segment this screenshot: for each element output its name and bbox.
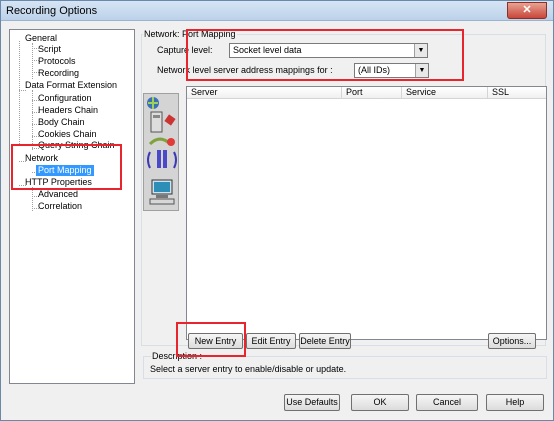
capture-level-label: Capture level: — [157, 45, 213, 55]
description-text: Select a server entry to enable/disable … — [150, 364, 347, 374]
new-entry-button[interactable]: New Entry — [188, 333, 243, 349]
column-header-server[interactable]: Server — [187, 87, 342, 99]
tree-connector — [32, 90, 33, 150]
edit-entry-button[interactable]: Edit Entry — [246, 333, 296, 349]
use-defaults-button[interactable]: Use Defaults — [284, 394, 340, 411]
mappings-dropdown[interactable]: (All IDs) ▼ — [354, 63, 429, 78]
help-button[interactable]: Help — [486, 394, 544, 411]
title-bar: Recording Options ✕ — [1, 1, 553, 21]
ok-button[interactable]: OK — [351, 394, 409, 411]
tree-item-general[interactable]: General — [25, 33, 57, 44]
column-header-ssl[interactable]: SSL — [488, 87, 546, 99]
capture-level-value: Socket level data — [233, 45, 302, 55]
options-tree[interactable]: General Script Protocols Recording Data … — [9, 29, 135, 384]
close-button[interactable]: ✕ — [507, 2, 547, 19]
connection-icon — [148, 137, 172, 146]
tree-item-recording[interactable]: Recording — [38, 68, 79, 79]
server-mapping-list[interactable]: Server Port Service SSL — [186, 86, 547, 340]
chevron-down-icon[interactable]: ▼ — [414, 44, 427, 57]
group-title: Network: Port Mapping — [143, 29, 237, 39]
tree-item-headers-chain[interactable]: Headers Chain — [38, 105, 98, 116]
list-header: Server Port Service SSL — [187, 87, 546, 99]
recording-options-window: Recording Options ✕ General Script Proto… — [0, 0, 554, 421]
chevron-down-icon[interactable]: ▼ — [415, 64, 428, 77]
options-button[interactable]: Options... — [488, 333, 536, 349]
tree-item-network[interactable]: Network — [25, 153, 58, 164]
tree-item-correlation[interactable]: Correlation — [38, 201, 82, 212]
keyboard-icon — [149, 198, 175, 205]
tree-item-body-chain[interactable]: Body Chain — [38, 117, 85, 128]
tree-item-data-format-extension[interactable]: Data Format Extension — [25, 80, 117, 91]
plug-icon — [164, 114, 176, 126]
tree-item-port-mapping[interactable]: Port Mapping — [36, 165, 94, 176]
network-icon-panel — [143, 93, 179, 211]
window-title: Recording Options — [6, 5, 98, 17]
capture-level-dropdown[interactable]: Socket level data ▼ — [229, 43, 428, 58]
tree-item-script[interactable]: Script — [38, 44, 61, 55]
network-icons-graphic — [147, 97, 177, 205]
column-header-service[interactable]: Service — [402, 87, 488, 99]
tree-item-advanced[interactable]: Advanced — [38, 189, 78, 200]
description-title: Description : — [151, 351, 204, 361]
tree-item-query-string-chain[interactable]: Query String Chain — [38, 140, 115, 151]
mappings-label: Network level server address mappings fo… — [157, 65, 333, 75]
column-header-port[interactable]: Port — [342, 87, 402, 99]
tree-item-configuration[interactable]: Configuration — [38, 93, 92, 104]
mappings-value: (All IDs) — [358, 65, 390, 75]
delete-entry-button[interactable]: Delete Entry — [299, 333, 351, 349]
tree-item-http-properties[interactable]: HTTP Properties — [25, 177, 92, 188]
tree-item-protocols[interactable]: Protocols — [38, 56, 76, 67]
cancel-button[interactable]: Cancel — [416, 394, 478, 411]
tree-connector — [19, 41, 20, 146]
tree-item-cookies-chain[interactable]: Cookies Chain — [38, 129, 97, 140]
